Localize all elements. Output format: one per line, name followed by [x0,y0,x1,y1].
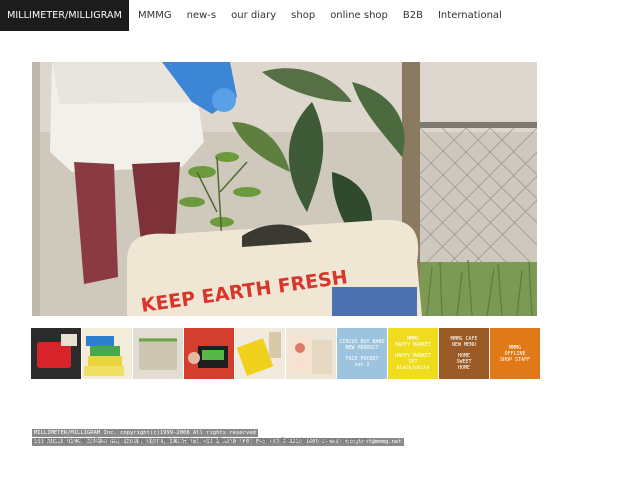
nav-item-b2b[interactable]: B2B [403,10,423,21]
promo-tile-offline-shop-staff[interactable]: MMMG OFFLINE SHOP STAFF [490,328,540,379]
thumb-red-wallet[interactable] [184,328,234,379]
hero-photo[interactable]: KEEP EARTH FRESH [32,62,537,316]
thumb-beige-pouch[interactable] [133,328,183,379]
thumb-red-pouch[interactable] [31,328,81,379]
thumb-paper-goods[interactable] [286,328,336,379]
thumb-yellow-notebook[interactable] [235,328,285,379]
business-info: (주)밀리미터밀리그람 서울 종로구 안국동 153 대표이사_배수열 사업자등… [32,438,368,445]
site-logo[interactable]: MILLIMETER/MILLIGRAM [0,0,129,31]
nav-item-online-shop[interactable]: online shop [330,10,388,21]
thumb-colored-notebooks[interactable] [82,328,132,379]
promo-tile-circus-boy-band[interactable]: CIRCUS BOY BAND NEW PRODUCT FACE POCKET … [337,328,387,379]
nav-item-news[interactable]: new-s [187,10,217,21]
nav-item-shop[interactable]: shop [291,10,315,21]
thumbnail-strip: CIRCUS BOY BAND NEW PRODUCT FACE POCKET … [31,328,540,379]
site-footer: MILLIMETER/MILLIGRAM Inc. copyright(c)19… [32,419,404,446]
promo-tile-mmmg-cafe[interactable]: MMMG CAFE NEW MENU HOME SWEET HOME [439,328,489,379]
nav-item-international[interactable]: International [438,10,502,21]
nav-item-mmmg[interactable]: MMMG [138,10,172,21]
main-nav: MMMG new-s our diary shop online shop B2… [138,0,517,31]
promo-tile-happy-market[interactable]: MMMG HAPPY MARKET HAPPY MARKET SET black… [388,328,438,379]
nav-item-our-diary[interactable]: our diary [231,10,276,21]
